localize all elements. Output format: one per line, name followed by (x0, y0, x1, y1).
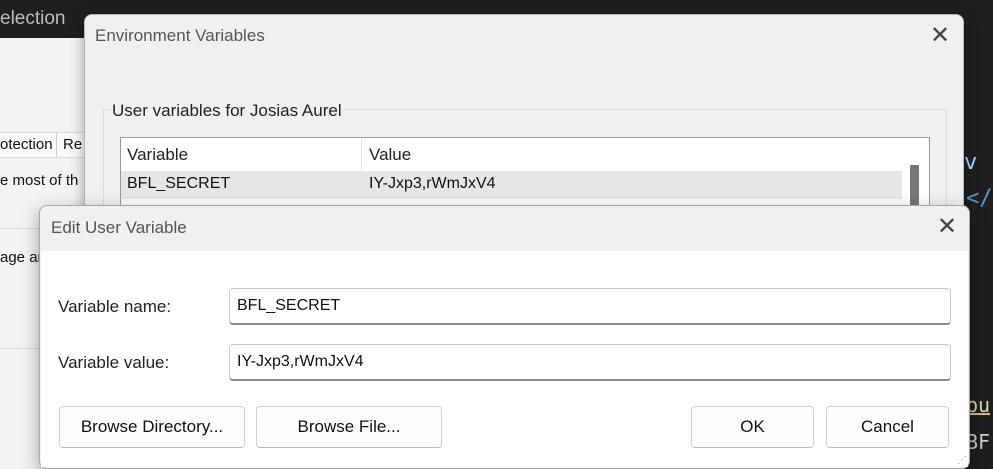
group-label: User variables for Josias Aurel (110, 101, 344, 121)
background-tab-row: otection Re (0, 132, 86, 158)
variable-name-input[interactable]: BFL_SECRET (229, 288, 951, 325)
code-fragment: v (964, 150, 978, 175)
variable-name-cell: BFL_SECRET (127, 175, 231, 192)
menubar-text[interactable]: election (0, 8, 66, 30)
ok-button[interactable]: OK (691, 406, 814, 448)
close-icon[interactable]: ✕ (935, 215, 959, 240)
browse-directory-button[interactable]: Browse Directory... (59, 406, 245, 448)
tab-protection[interactable]: otection (0, 136, 53, 153)
variable-value-cell: IY-Jxp3,rWmJxV4 (369, 175, 496, 192)
variable-value-label: Variable value: (58, 353, 170, 372)
dialog-title: Edit User Variable (51, 218, 187, 237)
cancel-button[interactable]: Cancel (826, 406, 949, 448)
background-text: age ar (0, 249, 43, 266)
resize-grip-icon[interactable]: ⋰ (957, 456, 967, 466)
variable-name-label: Variable name: (58, 297, 172, 316)
dialog-title: Environment Variables (95, 26, 265, 45)
edit-user-variable-dialog: Edit User Variable ✕ Variable name: BFL_… (39, 205, 970, 469)
list-item[interactable]: BFL_SECRET IY-Jxp3,rWmJxV4 (121, 171, 902, 199)
browse-file-button[interactable]: Browse File... (256, 406, 442, 448)
code-fragment: </ (966, 186, 993, 211)
variable-value-input[interactable]: IY-Jxp3,rWmJxV4 (229, 344, 951, 381)
tab-re[interactable]: Re (56, 133, 82, 157)
close-icon[interactable]: ✕ (928, 24, 952, 49)
background-text: e most of th (0, 172, 79, 189)
column-header-variable[interactable]: Variable (121, 138, 362, 171)
column-header-value[interactable]: Value (362, 138, 902, 171)
